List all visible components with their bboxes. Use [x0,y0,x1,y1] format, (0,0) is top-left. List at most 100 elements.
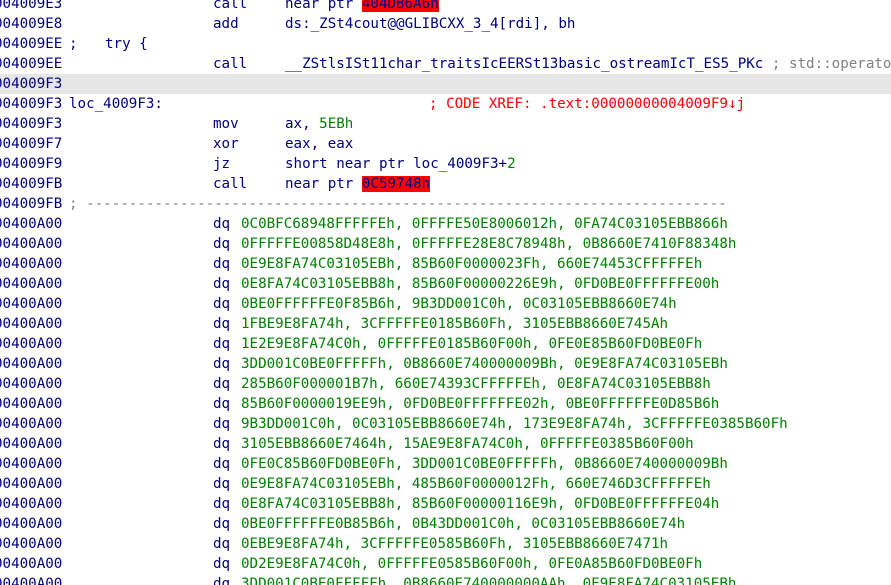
listing-line[interactable]: 00400A00 dq 3105EBB8660E7464h, 15AE9E8FA74… [0,434,891,454]
listing-line[interactable]: 00400A00 dq 3DD001C0BE0FFFFFh, 0B8660E7400… [0,574,891,585]
instruction-mnemonic[interactable]: jz [213,154,230,174]
instruction-operands[interactable]: ax, 5EBh [285,114,353,134]
data-values[interactable]: 0D2E9E8FA74C0h, 0FFFFFE0585B60F00h, 0FE0… [241,554,702,574]
instruction-mnemonic[interactable]: add [213,14,239,34]
data-values[interactable]: 1FBE9E8FA74h, 3CFFFFFE0185B60Fh, 3105EBB… [241,314,668,334]
listing-line[interactable]: 004009F9 jz short near ptr loc_4009F3+2 [0,154,891,174]
instruction-mnemonic[interactable]: call [213,54,247,74]
data-values[interactable]: 3105EBB8660E7464h, 15AE9E8FA74C0h, 0FFFF… [241,434,694,454]
address[interactable]: 004009EE [0,34,62,54]
data-directive[interactable]: dq [213,234,230,254]
listing-line[interactable]: 004009EE; try { [0,34,891,54]
listing-line[interactable]: 00400A00 dq 285B60F000001B7h, 660E74393CFF… [0,374,891,394]
listing-line[interactable]: 00400A00 dq 0E9E8FA74C03105EBh, 485B60F000… [0,474,891,494]
address[interactable]: 00400A00 [0,414,62,434]
listing-line[interactable]: 004009FB ; ------------------------------… [0,194,891,214]
listing-line[interactable]: 004009F3 mov ax, 5EBh [0,114,891,134]
instruction-operands[interactable]: eax, eax [285,134,353,154]
xref-comment[interactable]: ; CODE XREF: .text:00000000004009F9↓j [429,94,745,114]
data-directive[interactable]: dq [213,214,230,234]
listing-line[interactable]: 00400A00 dq 9B3DD001C0h, 0C03105EBB8660E74… [0,414,891,434]
instruction-mnemonic[interactable]: call [213,0,247,14]
address[interactable]: 00400A00 [0,274,62,294]
data-directive[interactable]: dq [213,274,230,294]
address[interactable]: 00400A00 [0,534,62,554]
address[interactable]: 00400A00 [0,254,62,274]
data-directive[interactable]: dq [213,294,230,314]
instruction-operands[interactable]: near ptr 404DB6A6h [285,0,439,14]
listing-line[interactable]: 00400A00 dq 1E2E9E8FA74C0h, 0FFFFFE0185B60… [0,334,891,354]
listing-line[interactable]: 00400A00 dq 0E9E8FA74C03105EBh, 85B60F0000… [0,254,891,274]
instruction-mnemonic[interactable]: xor [213,134,239,154]
data-values[interactable]: 0BE0FFFFFFE0F85B6h, 9B3DD001C0h, 0C03105… [241,294,677,314]
data-values[interactable]: 85B60F0000019EE9h, 0FD0BE0FFFFFFE02h, 0B… [241,394,719,414]
address[interactable]: 00400A00 [0,394,62,414]
address[interactable]: 00400A00 [0,354,62,374]
listing-line[interactable]: 00400A00 dq 1FBE9E8FA74h, 3CFFFFFE0185B60F… [0,314,891,334]
address[interactable]: 00400A00 [0,494,62,514]
address[interactable]: 00400A00 [0,434,62,454]
data-values[interactable]: 0C0BFC68948FFFFFEh, 0FFFFE50E8006012h, 0… [241,214,728,234]
address[interactable]: 004009F3 [0,114,62,134]
listing-line[interactable]: 00400A00 dq 3DD001C0BE0FFFFFh, 0B8660E7400… [0,354,891,374]
data-values[interactable]: 0FE0C85B60FD0BE0Fh, 3DD001C0BE0FFFFFh, 0… [241,454,728,474]
data-directive[interactable]: dq [213,534,230,554]
unresolved-target[interactable]: 0C59748h [361,176,431,192]
address[interactable]: 00400A00 [0,474,62,494]
data-directive[interactable]: dq [213,554,230,574]
address[interactable]: 00400A00 [0,454,62,474]
listing-line[interactable]: 00400A00 dq 0FFFFFE00858D48E8h, 0FFFFFE28E… [0,234,891,254]
data-directive[interactable]: dq [213,254,230,274]
instruction-operands[interactable]: __ZStlsISt11char_traitsIcEERSt13basic_os… [285,54,891,74]
listing-line[interactable]: 00400A00 dq 0BE0FFFFFFE0B85B6h, 0B43DD001C… [0,514,891,534]
data-directive[interactable]: dq [213,334,230,354]
data-directive[interactable]: dq [213,514,230,534]
address[interactable]: 004009F3 [0,94,62,114]
listing-line[interactable]: 004009F3 loc_4009F3: ; CODE XREF: .text:00… [0,94,891,114]
data-directive[interactable]: dq [213,574,230,585]
address[interactable]: 004009F3 [0,74,62,94]
listing-line[interactable]: 004009E3 call near ptr 404DB6A6h [0,0,891,14]
listing-line[interactable]: 00400A00 dq 0BE0FFFFFFE0F85B6h, 9B3DD001C0… [0,294,891,314]
address[interactable]: 00400A00 [0,234,62,254]
listing-line[interactable]: 004009F3 [0,74,891,94]
data-values[interactable]: 285B60F000001B7h, 660E74393CFFFFFEh, 0E8… [241,374,711,394]
listing-line[interactable]: 004009FB call near ptr 0C59748h [0,174,891,194]
data-values[interactable]: 0E8FA74C03105EBB8h, 85B60F00000116E9h, 0… [241,494,719,514]
listing-line[interactable]: 00400A00 dq 0D2E9E8FA74C0h, 0FFFFFE0585B60… [0,554,891,574]
disassembly-listing[interactable]: 004009E3 call near ptr 404DB6A6h 004009E8 ad… [0,0,891,585]
instruction-operands[interactable]: near ptr 0C59748h [285,174,431,194]
data-values[interactable]: 0BE0FFFFFFE0B85B6h, 0B43DD001C0h, 0C0310… [241,514,685,534]
address[interactable]: 00400A00 [0,334,62,354]
data-directive[interactable]: dq [213,474,230,494]
listing-line[interactable]: 00400A00 dq 0EBE9E8FA74h, 3CFFFFFE0585B60F… [0,534,891,554]
listing-line[interactable]: 00400A00 dq 0E8FA74C03105EBB8h, 85B60F0000… [0,494,891,514]
listing-line[interactable]: 004009EE call __ZStlsISt11char_traitsIcEER… [0,54,891,74]
data-values[interactable]: 0E9E8FA74C03105EBh, 485B60F0000012Fh, 66… [241,474,711,494]
data-values[interactable]: 0E9E8FA74C03105EBh, 85B60F0000023Fh, 660… [241,254,702,274]
address[interactable]: 004009E3 [0,0,62,14]
address[interactable]: 00400A00 [0,514,62,534]
instruction-mnemonic[interactable]: mov [213,114,239,134]
address[interactable]: 004009EE [0,54,62,74]
listing-line[interactable]: 004009E8 add ds:_ZSt4cout@@GLIBCXX_3_4[rdi… [0,14,891,34]
data-values[interactable]: 3DD001C0BE0FFFFFh, 0B8660E740000009Bh, 0… [241,354,728,374]
data-directive[interactable]: dq [213,354,230,374]
data-values[interactable]: 0E8FA74C03105EBB8h, 85B60F00000226E9h, 0… [241,274,719,294]
data-directive[interactable]: dq [213,314,230,334]
data-values[interactable]: 0EBE9E8FA74h, 3CFFFFFE0585B60Fh, 3105EBB… [241,534,668,554]
address[interactable]: 004009FB [0,174,62,194]
data-directive[interactable]: dq [213,374,230,394]
unresolved-target[interactable]: 404DB6A6h [361,0,439,12]
data-directive[interactable]: dq [213,414,230,434]
address[interactable]: 00400A00 [0,574,62,585]
data-directive[interactable]: dq [213,454,230,474]
data-directive[interactable]: dq [213,494,230,514]
instruction-operands[interactable]: short near ptr loc_4009F3+2 [285,154,516,174]
address[interactable]: 004009FB [0,194,62,214]
instruction-mnemonic[interactable]: call [213,174,247,194]
address[interactable]: 00400A00 [0,294,62,314]
address[interactable]: 004009F7 [0,134,62,154]
address[interactable]: 00400A00 [0,374,62,394]
listing-line[interactable]: 00400A00 dq 0E8FA74C03105EBB8h, 85B60F0000… [0,274,891,294]
